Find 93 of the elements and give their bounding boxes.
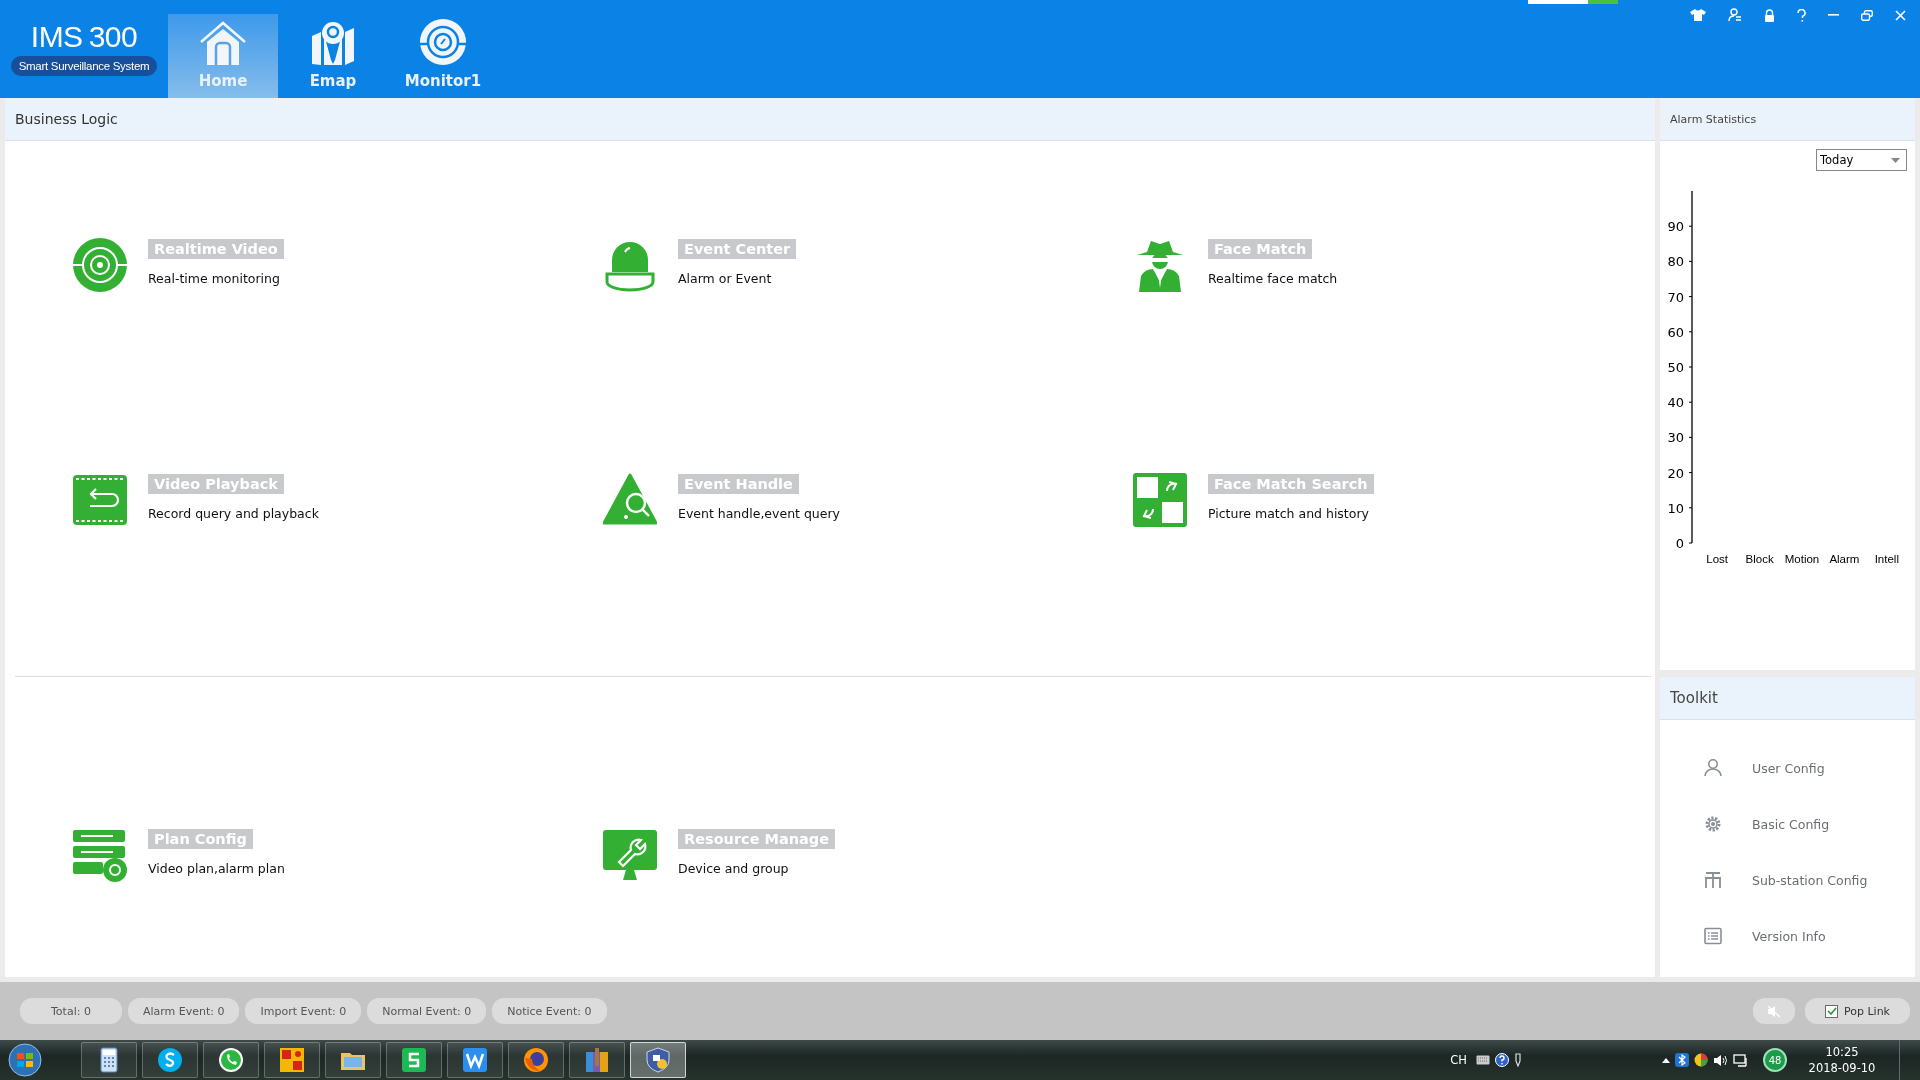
close-icon[interactable]: [1895, 9, 1906, 21]
tray-badge[interactable]: 48: [1763, 1048, 1787, 1072]
panel-title: Business Logic: [15, 111, 118, 127]
input-language[interactable]: CH: [1450, 1053, 1467, 1067]
tick-label: 50: [1667, 360, 1684, 375]
user-switch-icon[interactable]: [1728, 8, 1742, 22]
tick-label: 0: [1675, 536, 1684, 551]
fox-globe-icon: [522, 1046, 550, 1074]
taskbar-app[interactable]: [447, 1042, 503, 1078]
restore-icon[interactable]: [1861, 9, 1873, 21]
tick-label: 30: [1667, 430, 1684, 446]
shirt-icon[interactable]: [1690, 9, 1706, 21]
event-counter: Import Event: 0: [245, 998, 362, 1024]
start-button[interactable]: [8, 1043, 42, 1077]
bluetooth-icon[interactable]: [1675, 1053, 1689, 1067]
taskbar-app[interactable]: [81, 1042, 137, 1078]
taskbar-app[interactable]: [508, 1042, 564, 1078]
tick-label: 40: [1667, 395, 1684, 411]
module-description: Event handle,event query: [678, 506, 841, 521]
pen-icon[interactable]: [1514, 1053, 1522, 1067]
app-icon: [156, 1046, 184, 1074]
tick-label: 10: [1667, 500, 1684, 516]
app-tagline: Smart Surveillance System: [10, 56, 158, 76]
speaker-muted-icon: [1767, 1004, 1781, 1018]
list-gear-icon[interactable]: [73, 828, 127, 882]
nav-tab[interactable]: Home: [168, 14, 278, 98]
module-description: Device and group: [678, 861, 789, 876]
nav-tab[interactable]: Emap: [278, 14, 388, 98]
nav-tab[interactable]: Monitor1: [388, 14, 498, 98]
category-label: Alarm: [1829, 553, 1860, 565]
app-logo: IMS 300: [30, 22, 138, 52]
app-icon: [278, 1046, 306, 1074]
grid-arrows-icon[interactable]: [1133, 473, 1187, 527]
shield-icon: [644, 1046, 672, 1074]
module-description: Real-time monitoring: [148, 271, 280, 286]
toolkit-link[interactable]: Basic Config: [1752, 816, 1830, 832]
keyboard-icon[interactable]: [1476, 1055, 1490, 1065]
warning-search-icon[interactable]: [603, 473, 657, 527]
module-description: Picture match and history: [1208, 506, 1369, 521]
caret-icon: [1891, 157, 1900, 163]
clock-date[interactable]: 2018-09-10: [1808, 1060, 1876, 1076]
checkbox[interactable]: [1825, 1004, 1838, 1018]
app-icon: [400, 1046, 428, 1074]
toolkit-link[interactable]: Version Info: [1752, 928, 1826, 944]
taskbar-app[interactable]: [325, 1042, 381, 1078]
taskbar-app[interactable]: [386, 1042, 442, 1078]
toolkit-link[interactable]: User Config: [1752, 760, 1825, 776]
category-label: Lost: [1706, 553, 1729, 565]
chevron-up-icon[interactable]: [1662, 1057, 1670, 1063]
chat-phone-icon: [217, 1046, 245, 1074]
event-counter: Alarm Event: 0: [127, 998, 240, 1024]
network-icon[interactable]: [1733, 1053, 1748, 1067]
camera-icon[interactable]: [73, 238, 127, 292]
tick-label: 60: [1667, 324, 1684, 340]
module-description: Record query and playback: [148, 506, 319, 521]
map-pin-icon: [310, 20, 356, 66]
colorful-circle-icon[interactable]: [1694, 1053, 1708, 1067]
toolkit-link[interactable]: Sub-station Config: [1752, 872, 1868, 888]
list-icon[interactable]: [1704, 927, 1722, 945]
taskbar-app[interactable]: [569, 1042, 625, 1078]
monitor-wrench-icon[interactable]: [603, 828, 657, 882]
taskbar-app[interactable]: [630, 1042, 686, 1078]
user-icon[interactable]: [1704, 759, 1722, 777]
category-label: Motion: [1784, 553, 1820, 565]
tick-label: 20: [1667, 465, 1684, 481]
tick-label: 90: [1667, 219, 1684, 235]
clock-time[interactable]: 10:25: [1825, 1044, 1859, 1060]
lock-icon[interactable]: [1764, 8, 1775, 22]
event-counter: Notice Event: 0: [492, 998, 607, 1024]
archive-icon: [583, 1046, 611, 1074]
panel-title: Alarm Statistics: [1670, 112, 1757, 126]
tick-label: 70: [1667, 289, 1684, 305]
settings-icon[interactable]: [1704, 815, 1722, 833]
category-label: Intell: [1874, 553, 1899, 565]
house-icon: [199, 20, 247, 66]
taskbar-app[interactable]: [264, 1042, 320, 1078]
speaker-icon[interactable]: [1713, 1053, 1728, 1067]
app-icon: [461, 1046, 489, 1074]
category-label: Block: [1745, 553, 1774, 565]
event-counter: Total: 0: [20, 998, 122, 1024]
camera-icon: [419, 18, 467, 66]
module-description: Alarm or Event: [678, 271, 772, 286]
module-description: Realtime face match: [1208, 271, 1338, 286]
taskbar-app[interactable]: [203, 1042, 259, 1078]
module-description: Video plan,alarm plan: [148, 861, 285, 876]
taskbar-app[interactable]: [142, 1042, 198, 1078]
panel-title: Toolkit: [1670, 689, 1718, 707]
event-counter: Normal Event: 0: [367, 998, 487, 1024]
help-icon[interactable]: [1495, 1053, 1509, 1067]
tick-label: 80: [1667, 254, 1684, 270]
pop-link-toggle[interactable]: Pop Link: [1805, 998, 1910, 1024]
film-strip-icon[interactable]: [73, 473, 127, 527]
period-dropdown[interactable]: Today: [1816, 149, 1907, 171]
